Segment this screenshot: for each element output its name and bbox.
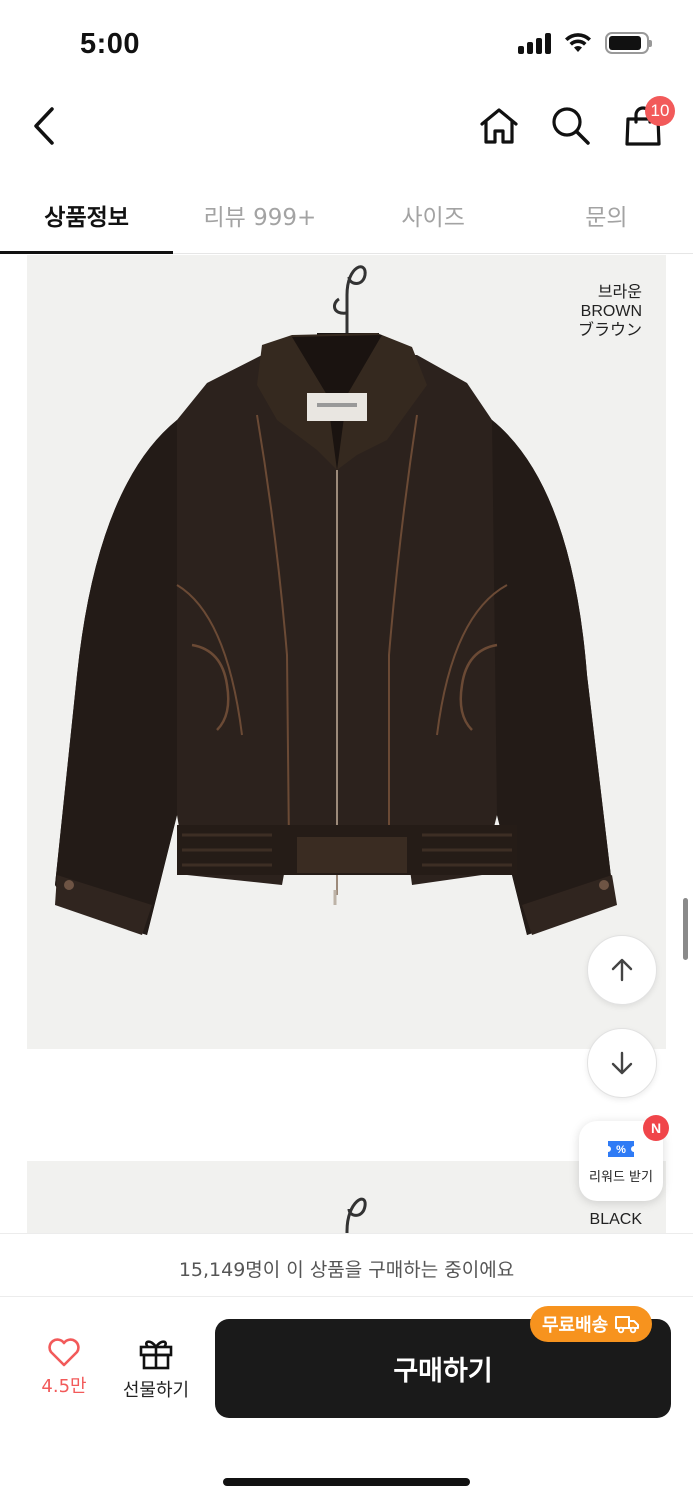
signal-icon — [518, 32, 551, 54]
scroll-down-button[interactable] — [587, 1028, 657, 1098]
leather-jacket-illustration: WONDER WONDER — [55, 265, 617, 935]
color-label-black: BLACK — [589, 1211, 642, 1228]
free-shipping-badge: 무료배송 — [530, 1306, 653, 1342]
status-icons — [518, 32, 652, 54]
product-image-black: BLACK — [27, 1161, 666, 1233]
like-button[interactable]: 4.5만 — [30, 1338, 98, 1398]
wifi-icon — [565, 33, 591, 52]
battery-icon — [605, 32, 652, 54]
search-button[interactable] — [547, 100, 595, 152]
coupon-icon: % — [608, 1140, 634, 1157]
cart-count-badge: 10 — [645, 96, 675, 126]
product-detail-content[interactable]: WONDER WONDER — [0, 255, 693, 1233]
status-bar: 5:00 — [0, 0, 693, 90]
buyers-notice: 15,149명이 이 상품을 구매하는 중이에요 — [0, 1233, 693, 1297]
top-nav: 10 — [0, 90, 693, 165]
product-tabs: 상품정보 리뷰 999+ 사이즈 문의 — [0, 178, 693, 254]
arrow-up-icon — [611, 958, 633, 982]
home-icon — [480, 108, 518, 144]
tab-size[interactable]: 사이즈 — [347, 178, 520, 253]
hanger-illustration — [345, 1197, 367, 1233]
product-image-brown: WONDER WONDER — [27, 255, 666, 1049]
search-icon — [552, 107, 590, 145]
gift-icon — [139, 1340, 173, 1370]
svg-text:%: % — [616, 1144, 626, 1156]
reward-new-badge: N — [643, 1115, 669, 1141]
reward-label: 리워드 받기 — [589, 1169, 653, 1185]
status-time: 5:00 — [80, 28, 141, 60]
bottom-action-bar: 4.5만 선물하기 구매하기 무료배송 — [0, 1298, 693, 1500]
like-count: 4.5만 — [41, 1376, 87, 1397]
gift-button[interactable]: 선물하기 — [116, 1336, 196, 1402]
nav-actions: 10 — [475, 96, 675, 152]
scroll-up-button[interactable] — [587, 935, 657, 1005]
home-indicator — [223, 1478, 470, 1486]
gift-label: 선물하기 — [122, 1380, 190, 1401]
scrollbar[interactable] — [683, 898, 688, 960]
arrow-down-icon — [611, 1051, 633, 1075]
cart-button[interactable]: 10 — [619, 96, 675, 152]
color-label-brown: 브라운 BROWN ブラウン — [578, 283, 642, 340]
color-name-ko: 브라운 — [597, 284, 642, 301]
reward-button[interactable]: % 리워드 받기 N — [579, 1115, 669, 1201]
free-shipping-label: 무료배송 — [542, 1315, 609, 1336]
tab-product-info[interactable]: 상품정보 — [0, 178, 174, 254]
chevron-left-icon — [34, 107, 54, 145]
tab-inquiry[interactable]: 문의 — [520, 178, 693, 253]
back-button[interactable] — [22, 104, 66, 148]
delivery-truck-icon — [615, 1316, 640, 1334]
tab-reviews[interactable]: 리뷰 999+ — [173, 178, 346, 253]
color-name-en: BROWN — [580, 303, 642, 320]
color-name-ja: ブラウン — [577, 322, 642, 339]
home-button[interactable] — [475, 100, 523, 152]
heart-icon — [48, 1338, 80, 1367]
